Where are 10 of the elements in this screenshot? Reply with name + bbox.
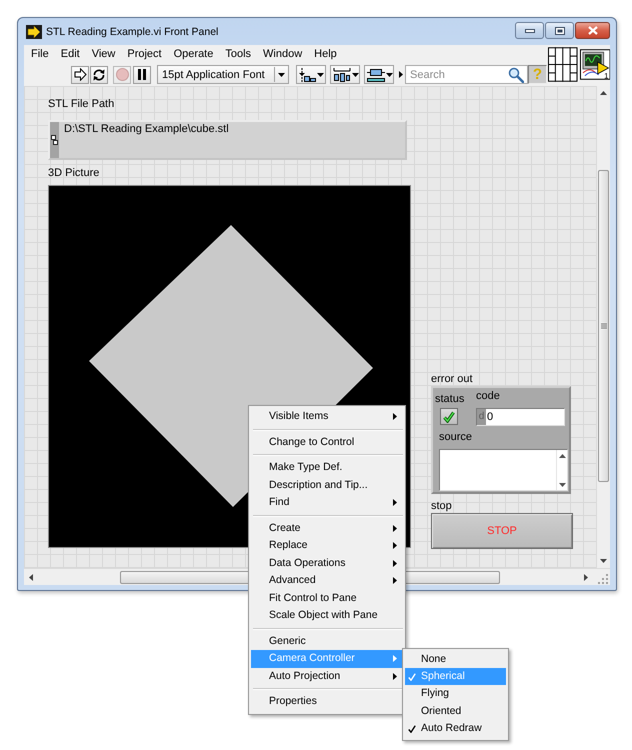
control-label: error out (431, 373, 473, 386)
code-value: 0 (486, 409, 564, 425)
control-label: source (439, 431, 472, 444)
control-label: code (476, 390, 500, 403)
path-value: D:\STL Reading Example\cube.stl (64, 123, 229, 136)
control-label: status (435, 393, 464, 406)
window-title: STL Reading Example.vi Front Panel (46, 25, 218, 39)
control-label: 3D Picture (48, 167, 100, 180)
control-label: STL File Path (48, 98, 114, 111)
control-label: stop (431, 500, 452, 513)
